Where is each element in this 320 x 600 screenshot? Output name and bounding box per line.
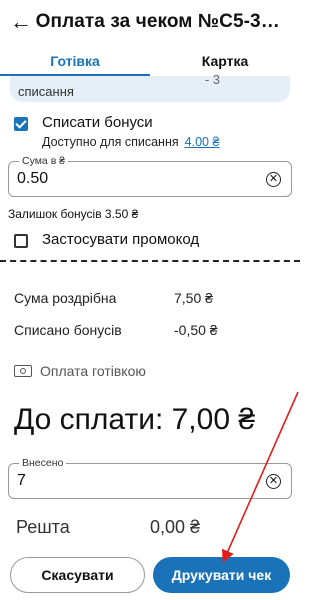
- payment-method-label: Оплата готівкою: [40, 363, 146, 379]
- bonus-sum-label: Сума в ₴: [19, 155, 69, 167]
- payment-tabs: Готівка Картка: [0, 44, 300, 76]
- clear-icon[interactable]: ✕: [266, 171, 281, 187]
- bonus-sum-input[interactable]: 0.50: [17, 170, 48, 188]
- amount-to-pay: До сплати: 7,00 ₴: [14, 403, 256, 436]
- bonus-available-link[interactable]: 4.00 ₴: [185, 135, 220, 149]
- cancel-button[interactable]: Скасувати: [10, 557, 145, 593]
- bonus-sum-field[interactable]: Сума в ₴ 0.50 ✕: [8, 155, 292, 197]
- use-bonus-label: Списати бонуси: [42, 114, 153, 131]
- tab-card[interactable]: Картка: [150, 44, 300, 76]
- cut-off-amount: - 3: [204, 72, 220, 87]
- print-receipt-button[interactable]: Друкувати чек: [153, 557, 290, 593]
- arrow-left-icon[interactable]: ←: [10, 11, 36, 33]
- app-header: ← Оплата за чеком №С5-31-...: [0, 0, 300, 44]
- payment-method: Оплата готівкою: [0, 338, 300, 379]
- retail-sum-value: 7,50 ₴: [174, 290, 213, 306]
- change-label: Решта: [16, 517, 70, 537]
- bonus-info-card: - 3 списання: [10, 72, 290, 102]
- tab-cash[interactable]: Готівка: [0, 44, 150, 76]
- change-row: Решта 0,00 ₴: [0, 499, 300, 538]
- card-strip-label: списання: [18, 84, 74, 99]
- bonus-available-label: Доступно для списання: [42, 135, 179, 149]
- change-value: 0,00 ₴: [150, 517, 201, 537]
- paid-amount-field[interactable]: Внесено 7 ✕: [8, 457, 292, 499]
- bonus-written-off-row: Списано бонусів -0,50 ₴: [0, 322, 300, 338]
- bonus-available: Доступно для списання 4.00 ₴: [42, 135, 219, 149]
- use-bonus-checkbox[interactable]: [14, 117, 28, 131]
- receipt-divider: [0, 260, 300, 262]
- bonus-written-off-label: Списано бонусів: [14, 322, 122, 338]
- paid-amount-input[interactable]: 7: [17, 472, 26, 490]
- promo-checkbox[interactable]: [14, 234, 28, 248]
- page-title: Оплата за чеком №С5-31-...: [35, 11, 290, 32]
- promo-label: Застосувати промокод: [42, 231, 200, 248]
- bonus-written-off-value: -0,50 ₴: [174, 322, 218, 338]
- clear-icon[interactable]: ✕: [266, 473, 281, 489]
- cash-icon: [14, 365, 32, 377]
- use-bonus-option: Списати бонуси Доступно для списання 4.00…: [0, 102, 300, 149]
- retail-sum-row: Сума роздрібна 7,50 ₴: [0, 290, 300, 306]
- paid-amount-label: Внесено: [19, 457, 67, 469]
- promo-option: Застосувати промокод: [0, 221, 300, 248]
- action-bar: Скасувати Друкувати чек: [0, 550, 300, 600]
- retail-sum-label: Сума роздрібна: [14, 290, 117, 306]
- remaining-bonuses: Залишок бонусів 3.50 ₴: [8, 207, 139, 221]
